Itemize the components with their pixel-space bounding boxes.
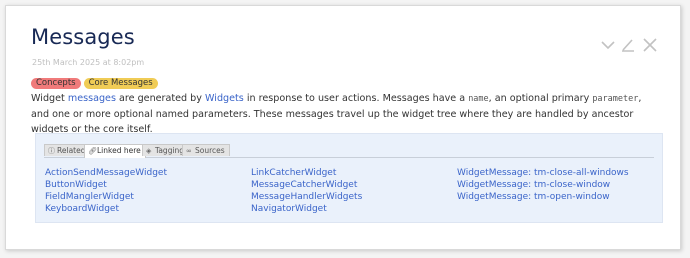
link-messages[interactable]: messages: [68, 93, 116, 104]
linked-list-column-3: WidgetMessage: tm-close-all-windows Widg…: [457, 167, 629, 203]
edit-icon[interactable]: [619, 36, 637, 54]
body-text-segment: in response to user actions. Messages ha…: [243, 93, 469, 104]
linked-item[interactable]: FieldManglerWidget: [45, 192, 134, 202]
body-text-segment: , an optional primary: [488, 93, 593, 104]
code-name: name: [468, 94, 489, 104]
tab-linked-here[interactable]: 🔗︎Linked here: [84, 144, 146, 158]
tab-label: Related: [57, 146, 86, 155]
tag-core-messages[interactable]: Core Messages: [83, 78, 158, 89]
tab-label: Linked here: [97, 146, 141, 155]
linked-item[interactable]: LinkCatcherWidget: [251, 168, 336, 178]
linked-list-column-2: LinkCatcherWidget MessageCatcherWidget M…: [251, 167, 362, 215]
linked-item[interactable]: ActionSendMessageWidget: [45, 168, 167, 178]
tiddler-body: Widget messages are generated by Widgets…: [31, 91, 661, 137]
tab-label: Tagging: [155, 146, 185, 155]
tab-sources[interactable]: ∞ Sources: [182, 144, 230, 156]
linked-item[interactable]: KeyboardWidget: [45, 204, 119, 214]
tab-label: Sources: [195, 146, 225, 155]
body-text-segment: are generated by: [115, 93, 206, 104]
linked-item[interactable]: NavigatorWidget: [251, 204, 327, 214]
tag-list: Concepts Core Messages: [31, 70, 161, 89]
body-text-segment: Widget: [31, 93, 68, 104]
chevron-down-icon[interactable]: [599, 36, 617, 54]
tag-concepts[interactable]: Concepts: [31, 78, 81, 89]
link-icon: 🔗︎: [88, 147, 97, 155]
tiddler-frame: Messages 25th March 2025 at 8:02pm Conce…: [5, 5, 681, 250]
tiddler-title: Messages: [31, 25, 135, 49]
tiddler-subtitle: 25th March 2025 at 8:02pm: [32, 58, 145, 67]
info-tabs: ⓘ Related 🔗︎Linked here ◈ Tagging ∞ Sources: [44, 144, 654, 158]
info-icon: ⓘ: [48, 147, 55, 155]
linked-item[interactable]: MessageHandlerWidgets: [251, 192, 362, 202]
linked-item[interactable]: WidgetMessage: tm-close-window: [457, 180, 610, 190]
code-parameter: parameter: [592, 94, 639, 104]
info-panel: ⓘ Related 🔗︎Linked here ◈ Tagging ∞ Sources…: [35, 133, 663, 223]
linked-item[interactable]: ButtonWidget: [45, 180, 107, 190]
linked-item[interactable]: MessageCatcherWidget: [251, 180, 357, 190]
link-widgets[interactable]: Widgets: [205, 93, 244, 104]
linked-item[interactable]: WidgetMessage: tm-open-window: [457, 192, 610, 202]
linked-list-column-1: ActionSendMessageWidget ButtonWidget Fie…: [45, 167, 167, 215]
tag-icon: ◈: [146, 147, 152, 155]
close-icon[interactable]: [641, 36, 659, 54]
sources-icon: ∞: [186, 147, 192, 155]
linked-item[interactable]: WidgetMessage: tm-close-all-windows: [457, 168, 629, 178]
